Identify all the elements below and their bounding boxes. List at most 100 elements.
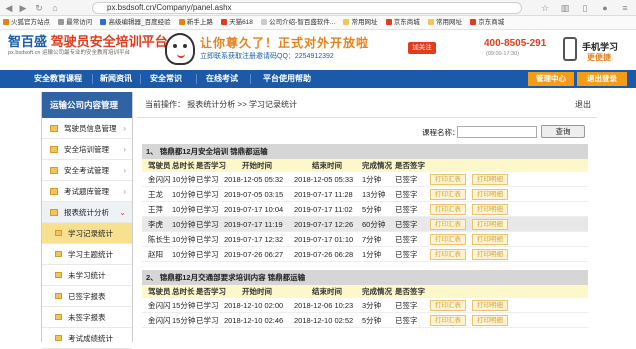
nav-item-safety[interactable]: 安全常识 [144,70,188,88]
table-cell: 1分钟 [362,250,382,259]
sidebar-subitem-topic-stats[interactable]: 学习主题统计 [42,244,132,265]
print-detail-button[interactable]: 打印明细 [472,189,508,200]
bookmark-item[interactable]: 火狐官方站点 [0,16,53,29]
print-detail-button[interactable]: 打印明细 [472,174,508,185]
home-icon[interactable]: ⌂ [50,3,60,13]
firefox-icon [3,19,9,25]
site-logo[interactable]: 智百盛 驾驶员安全培训平台 px.bsdsoft.cn 运输公司最专业的安全教育… [8,35,168,57]
print-summary-button[interactable]: 打印汇表 [430,219,466,230]
print-summary-button[interactable]: 打印汇表 [430,204,466,215]
print-detail-button[interactable]: 打印明细 [472,234,508,245]
print-summary-button[interactable]: 打印汇表 [430,234,466,245]
column-header: 驾驶员 [148,161,171,170]
table-cell: 5分钟 [362,316,382,325]
sidebar-item-drivers[interactable]: 驾驶员信息管理 › [42,118,132,139]
bookmark-item[interactable]: 天猫618 [218,16,256,29]
chevron-right-icon: › [123,166,126,175]
nav-divider [196,74,197,84]
print-detail-button[interactable]: 打印明细 [472,249,508,260]
bookmark-item[interactable]: 公司介绍-智百盛软件... [258,16,338,29]
sidebar-subitem-signed[interactable]: 已签字报表 [42,286,132,307]
exit-link[interactable]: 退出 [575,92,591,118]
table-cell: 10分钟 [172,205,196,214]
table-cell: 13分钟 [362,190,386,199]
mobile-learning-sub: 更便捷 [587,53,611,62]
url-field[interactable]: px.bsdsoft.cn/Company/panel.ashx [92,2,522,14]
sidebar-subitem-study-records[interactable]: 学习记录统计 [42,223,132,244]
folder-icon [50,188,58,195]
nav-item-news[interactable]: 新闻资讯 [94,70,138,88]
sidebar-subitem-exam-scores[interactable]: 考试成绩统计 [42,328,132,349]
bookmark-star-icon[interactable]: ☆ [540,3,550,13]
management-center-button[interactable]: 管理中心 [528,72,574,86]
table-cell: 已签字 [395,220,418,229]
table-cell: 2018-12-10 02:00 [224,301,284,310]
table-cell: 已签字 [395,235,418,244]
main-nav: 安全教育课程 新闻资讯 安全常识 在线考试 平台使用帮助 管理中心 退出登录 [0,70,636,88]
sidebar-item-training[interactable]: 安全培训管理 › [42,139,132,160]
print-detail-button[interactable]: 打印明细 [472,315,508,326]
bookmark-item[interactable]: 京东商城 [467,16,507,29]
account-icon[interactable]: ● [600,3,610,13]
table-cell: 10分钟 [172,190,196,199]
logout-button[interactable]: 退出登录 [577,72,627,86]
table-row: 金闪闪 10分钟 已学习 2018-12-05 05:32 2018-12-05 05:… [142,172,588,187]
sidebar-item-reports[interactable]: 报表统计分析 ⌄ [42,202,132,223]
table-cell: 15分钟 [172,301,196,310]
print-summary-button[interactable]: 打印汇表 [430,315,466,326]
chevron-right-icon: › [123,124,126,133]
print-detail-button[interactable]: 打印明细 [472,204,508,215]
column-header: 结束时间 [312,287,342,296]
sidebar-subitem-not-studied[interactable]: 未学习统计 [42,265,132,286]
report-section: 2、 锦鼎都12月交通部要求培训内容 锦鼎都运输 驾驶员 总时长 是否学习 开始时间 结束… [142,270,588,328]
nav-item-exam[interactable]: 在线考试 [200,70,244,88]
bookmark-item[interactable]: 常用网址 [425,16,465,29]
forward-icon[interactable]: ▶ [18,3,28,13]
hotline-hours: (09:00-17:30) [486,51,520,57]
print-summary-button[interactable]: 打印汇表 [430,249,466,260]
sidebar-icon[interactable]: ▯ [580,3,590,13]
column-header: 是否签字 [395,287,425,296]
menu-icon[interactable]: ≡ [620,3,630,13]
table-cell: 10分钟 [172,250,196,259]
nav-item-help[interactable]: 平台使用帮助 [254,70,320,88]
column-header: 开始时间 [242,287,272,296]
table-cell: 2018-12-05 05:33 [294,175,354,184]
bookmark-item[interactable]: 京东商城 [383,16,423,29]
chevron-right-icon: › [123,187,126,196]
table-cell: 已学习 [196,235,219,244]
breadcrumb-link[interactable]: 报表统计分析 [187,100,235,109]
chevron-down-icon: ⌄ [119,208,126,217]
bookmark-item[interactable]: 最常访问 [55,16,95,29]
bookmark-item[interactable]: 常用网址 [340,16,380,29]
print-detail-button[interactable]: 打印明细 [472,219,508,230]
column-header: 完成情况 [362,287,392,296]
table-cell: 2019-07-26 06:27 [224,250,284,259]
bookmark-item[interactable]: 高级编辑器_百度经验 [97,16,173,29]
library-icon[interactable]: ▥ [560,3,570,13]
column-header: 总时长 [172,161,195,170]
follow-button[interactable]: 加关注 [408,42,436,54]
table-cell: 15分钟 [172,316,196,325]
table-cell: 已签字 [395,190,418,199]
print-summary-button[interactable]: 打印汇表 [430,189,466,200]
sidebar-item-question-bank[interactable]: 考试题库管理 › [42,181,132,202]
back-icon[interactable]: ◀ [4,3,14,13]
course-name-input[interactable] [457,126,537,138]
bookmark-item[interactable]: 新手上路 [176,16,216,29]
main-panel: 当前操作： 报表统计分析 >> 学习记录统计 退出 课程名称： 查询 1、 锦鼎… [137,92,597,342]
refresh-icon[interactable]: ↻ [34,3,44,13]
sidebar-subitem-unsigned[interactable]: 未签字报表 [42,307,132,328]
print-summary-button[interactable]: 打印汇表 [430,300,466,311]
search-button[interactable]: 查询 [541,125,585,138]
print-summary-button[interactable]: 打印汇表 [430,174,466,185]
folder-icon [55,251,62,257]
nav-item-courses[interactable]: 安全教育课程 [28,70,88,88]
chevron-right-icon: › [123,145,126,154]
site-header: 智百盛 驾驶员安全培训平台 px.bsdsoft.cn 运输公司最专业的安全教育… [0,30,636,70]
table-cell: 7分钟 [362,235,382,244]
print-detail-button[interactable]: 打印明细 [472,300,508,311]
search-label: 课程名称： [422,128,460,137]
sidebar-item-exams[interactable]: 安全考试管理 › [42,160,132,181]
table-cell: 2018-12-10 02:46 [224,316,284,325]
